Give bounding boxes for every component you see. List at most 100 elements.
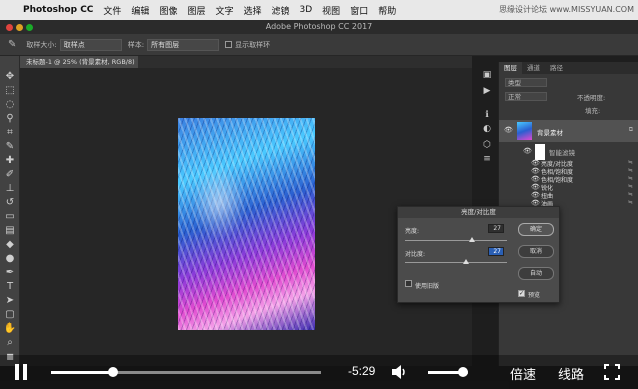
filter-item[interactable]: 👁 油画 ≒ xyxy=(499,199,638,208)
path-select-tool-icon[interactable]: ➤ xyxy=(3,294,17,308)
hand-tool-icon[interactable]: ✋ xyxy=(3,322,17,336)
actions-panel-icon[interactable]: ▶ xyxy=(482,86,492,96)
pause-button[interactable] xyxy=(15,364,29,380)
dialog-title: 亮度/对比度 xyxy=(398,207,559,218)
3d-panel-icon[interactable]: ⬡ xyxy=(482,140,492,150)
quick-select-tool-icon[interactable]: ⚲ xyxy=(3,112,17,126)
preview-checkbox[interactable]: ✓ xyxy=(518,290,525,297)
smart-filters-eye-icon[interactable]: 👁 xyxy=(523,147,532,155)
menu-help[interactable]: 帮助 xyxy=(373,4,401,17)
progress-knob[interactable] xyxy=(108,367,118,377)
shape-tool-icon[interactable]: ▢ xyxy=(3,308,17,322)
speed-button[interactable]: 倍速 xyxy=(510,364,536,383)
filter-item[interactable]: 👁 锐化 ≒ xyxy=(499,183,638,192)
menu-type[interactable]: 文字 xyxy=(210,4,238,17)
menu-view[interactable]: 视图 xyxy=(317,4,345,17)
filter-item[interactable]: 👁 扭曲 ≒ xyxy=(499,191,638,200)
filter-eye-icon[interactable]: 👁 xyxy=(531,159,540,167)
eraser-tool-icon[interactable]: ▭ xyxy=(3,210,17,224)
zoom-tool-icon[interactable]: ⌕ xyxy=(3,336,17,350)
window-title: Adobe Photoshop CC 2017 xyxy=(265,22,373,31)
contrast-slider[interactable] xyxy=(405,262,507,263)
filter-item[interactable]: 👁 亮度/对比度 ≒ xyxy=(499,159,638,168)
brightness-input[interactable]: 27 xyxy=(488,224,504,233)
route-button[interactable]: 线路 xyxy=(558,364,584,383)
marquee-tool-icon[interactable]: ⬚ xyxy=(3,84,17,98)
lasso-tool-icon[interactable]: ◌ xyxy=(3,98,17,112)
ok-button[interactable]: 确定 xyxy=(518,223,554,236)
blend-mode-select[interactable]: 正常 xyxy=(505,92,547,101)
healing-tool-icon[interactable]: ✚ xyxy=(3,154,17,168)
menu-3d[interactable]: 3D xyxy=(295,5,318,15)
history-panel-icon[interactable]: ▣ xyxy=(482,70,492,80)
contrast-slider-thumb[interactable] xyxy=(463,259,469,264)
filter-options-icon[interactable]: ≒ xyxy=(628,183,633,190)
minimize-window-button[interactable] xyxy=(16,24,23,31)
dodge-tool-icon[interactable]: ● xyxy=(3,252,17,266)
menu-select[interactable]: 选择 xyxy=(238,4,266,17)
auto-button[interactable]: 自动 xyxy=(518,267,554,280)
filter-options-icon[interactable]: ≒ xyxy=(628,167,633,174)
volume-knob[interactable] xyxy=(458,367,468,377)
layer-row[interactable]: 👁 背景素材 ⧉ xyxy=(499,120,638,142)
blur-tool-icon[interactable]: ◆ xyxy=(3,238,17,252)
gradient-tool-icon[interactable]: ▤ xyxy=(3,224,17,238)
canvas-artwork[interactable] xyxy=(178,118,315,330)
brightness-slider[interactable] xyxy=(405,240,507,241)
menu-filter[interactable]: 滤镜 xyxy=(267,4,295,17)
filter-eye-icon[interactable]: 👁 xyxy=(531,167,540,175)
filter-eye-icon[interactable]: 👁 xyxy=(531,191,540,199)
tab-layers[interactable]: 图层 xyxy=(499,62,522,74)
eyedropper-tool-icon[interactable]: ✎ xyxy=(3,140,17,154)
sample-select[interactable]: 所有图层 xyxy=(147,38,220,51)
options-bar: ✎ 取样大小: 取样点 样本: 所有图层 显示取样环 xyxy=(0,34,638,56)
visibility-eye-icon[interactable]: 👁 xyxy=(504,126,513,134)
filter-options-icon[interactable]: ≒ xyxy=(628,159,633,166)
eyedropper-icon[interactable]: ✎ xyxy=(8,39,16,50)
tab-channels[interactable]: 通道 xyxy=(522,62,545,74)
move-tool-icon[interactable]: ✥ xyxy=(3,70,17,84)
cancel-button[interactable]: 取消 xyxy=(518,245,554,258)
filter-kind-select[interactable]: 类型 xyxy=(505,78,547,87)
filter-mask-thumbnail[interactable] xyxy=(535,144,545,160)
filter-item[interactable]: 👁 色相/饱和度 ≒ xyxy=(499,175,638,184)
crop-tool-icon[interactable]: ⌗ xyxy=(3,126,17,140)
close-window-button[interactable] xyxy=(6,24,13,31)
menu-edit[interactable]: 编辑 xyxy=(126,4,154,17)
menu-app[interactable]: Photoshop CC xyxy=(18,5,98,15)
smart-filters-row[interactable]: 👁 智能滤镜 xyxy=(499,142,638,160)
type-tool-icon[interactable]: T xyxy=(3,280,17,294)
fill-row: 填充: xyxy=(499,105,638,115)
filter-eye-icon[interactable]: 👁 xyxy=(531,175,540,183)
show-ring-checkbox[interactable] xyxy=(225,41,233,48)
tab-paths[interactable]: 路径 xyxy=(545,62,568,74)
filter-item[interactable]: 👁 色相/饱和度 ≒ xyxy=(499,167,638,176)
panel-tabs: 图层 通道 路径 xyxy=(499,62,638,74)
pen-tool-icon[interactable]: ✒ xyxy=(3,266,17,280)
legacy-checkbox[interactable] xyxy=(405,280,412,287)
adjustments-panel-icon[interactable]: ◐ xyxy=(482,124,492,134)
fill-label: 填充: xyxy=(585,107,601,115)
filter-options-icon[interactable]: ≒ xyxy=(628,191,633,198)
history-brush-icon[interactable]: ↺ xyxy=(3,196,17,210)
fullscreen-icon[interactable] xyxy=(604,364,620,380)
menu-image[interactable]: 图像 xyxy=(154,4,182,17)
window-titlebar: Adobe Photoshop CC 2017 xyxy=(0,20,638,34)
filter-eye-icon[interactable]: 👁 xyxy=(531,183,540,191)
menu-layer[interactable]: 图层 xyxy=(182,4,210,17)
filter-options-icon[interactable]: ≒ xyxy=(628,175,633,182)
menu-window[interactable]: 窗口 xyxy=(345,4,373,17)
menu-file[interactable]: 文件 xyxy=(98,4,126,17)
zoom-window-button[interactable] xyxy=(26,24,33,31)
sample-size-select[interactable]: 取样点 xyxy=(59,38,122,51)
document-tab-bar: 未标题-1 @ 25% (背景素材, RGB/8) * xyxy=(20,56,472,78)
properties-panel-icon[interactable]: ≡ xyxy=(482,154,492,164)
filter-options-icon[interactable]: ≒ xyxy=(628,199,633,206)
brightness-slider-thumb[interactable] xyxy=(469,237,475,242)
volume-icon[interactable] xyxy=(391,364,407,380)
info-panel-icon[interactable]: ℹ xyxy=(482,110,492,120)
stamp-tool-icon[interactable]: ⊥ xyxy=(3,182,17,196)
contrast-input[interactable]: 27 xyxy=(488,247,504,256)
document-tab[interactable]: 未标题-1 @ 25% (背景素材, RGB/8) * xyxy=(20,56,138,78)
brush-tool-icon[interactable]: ✐ xyxy=(3,168,17,182)
